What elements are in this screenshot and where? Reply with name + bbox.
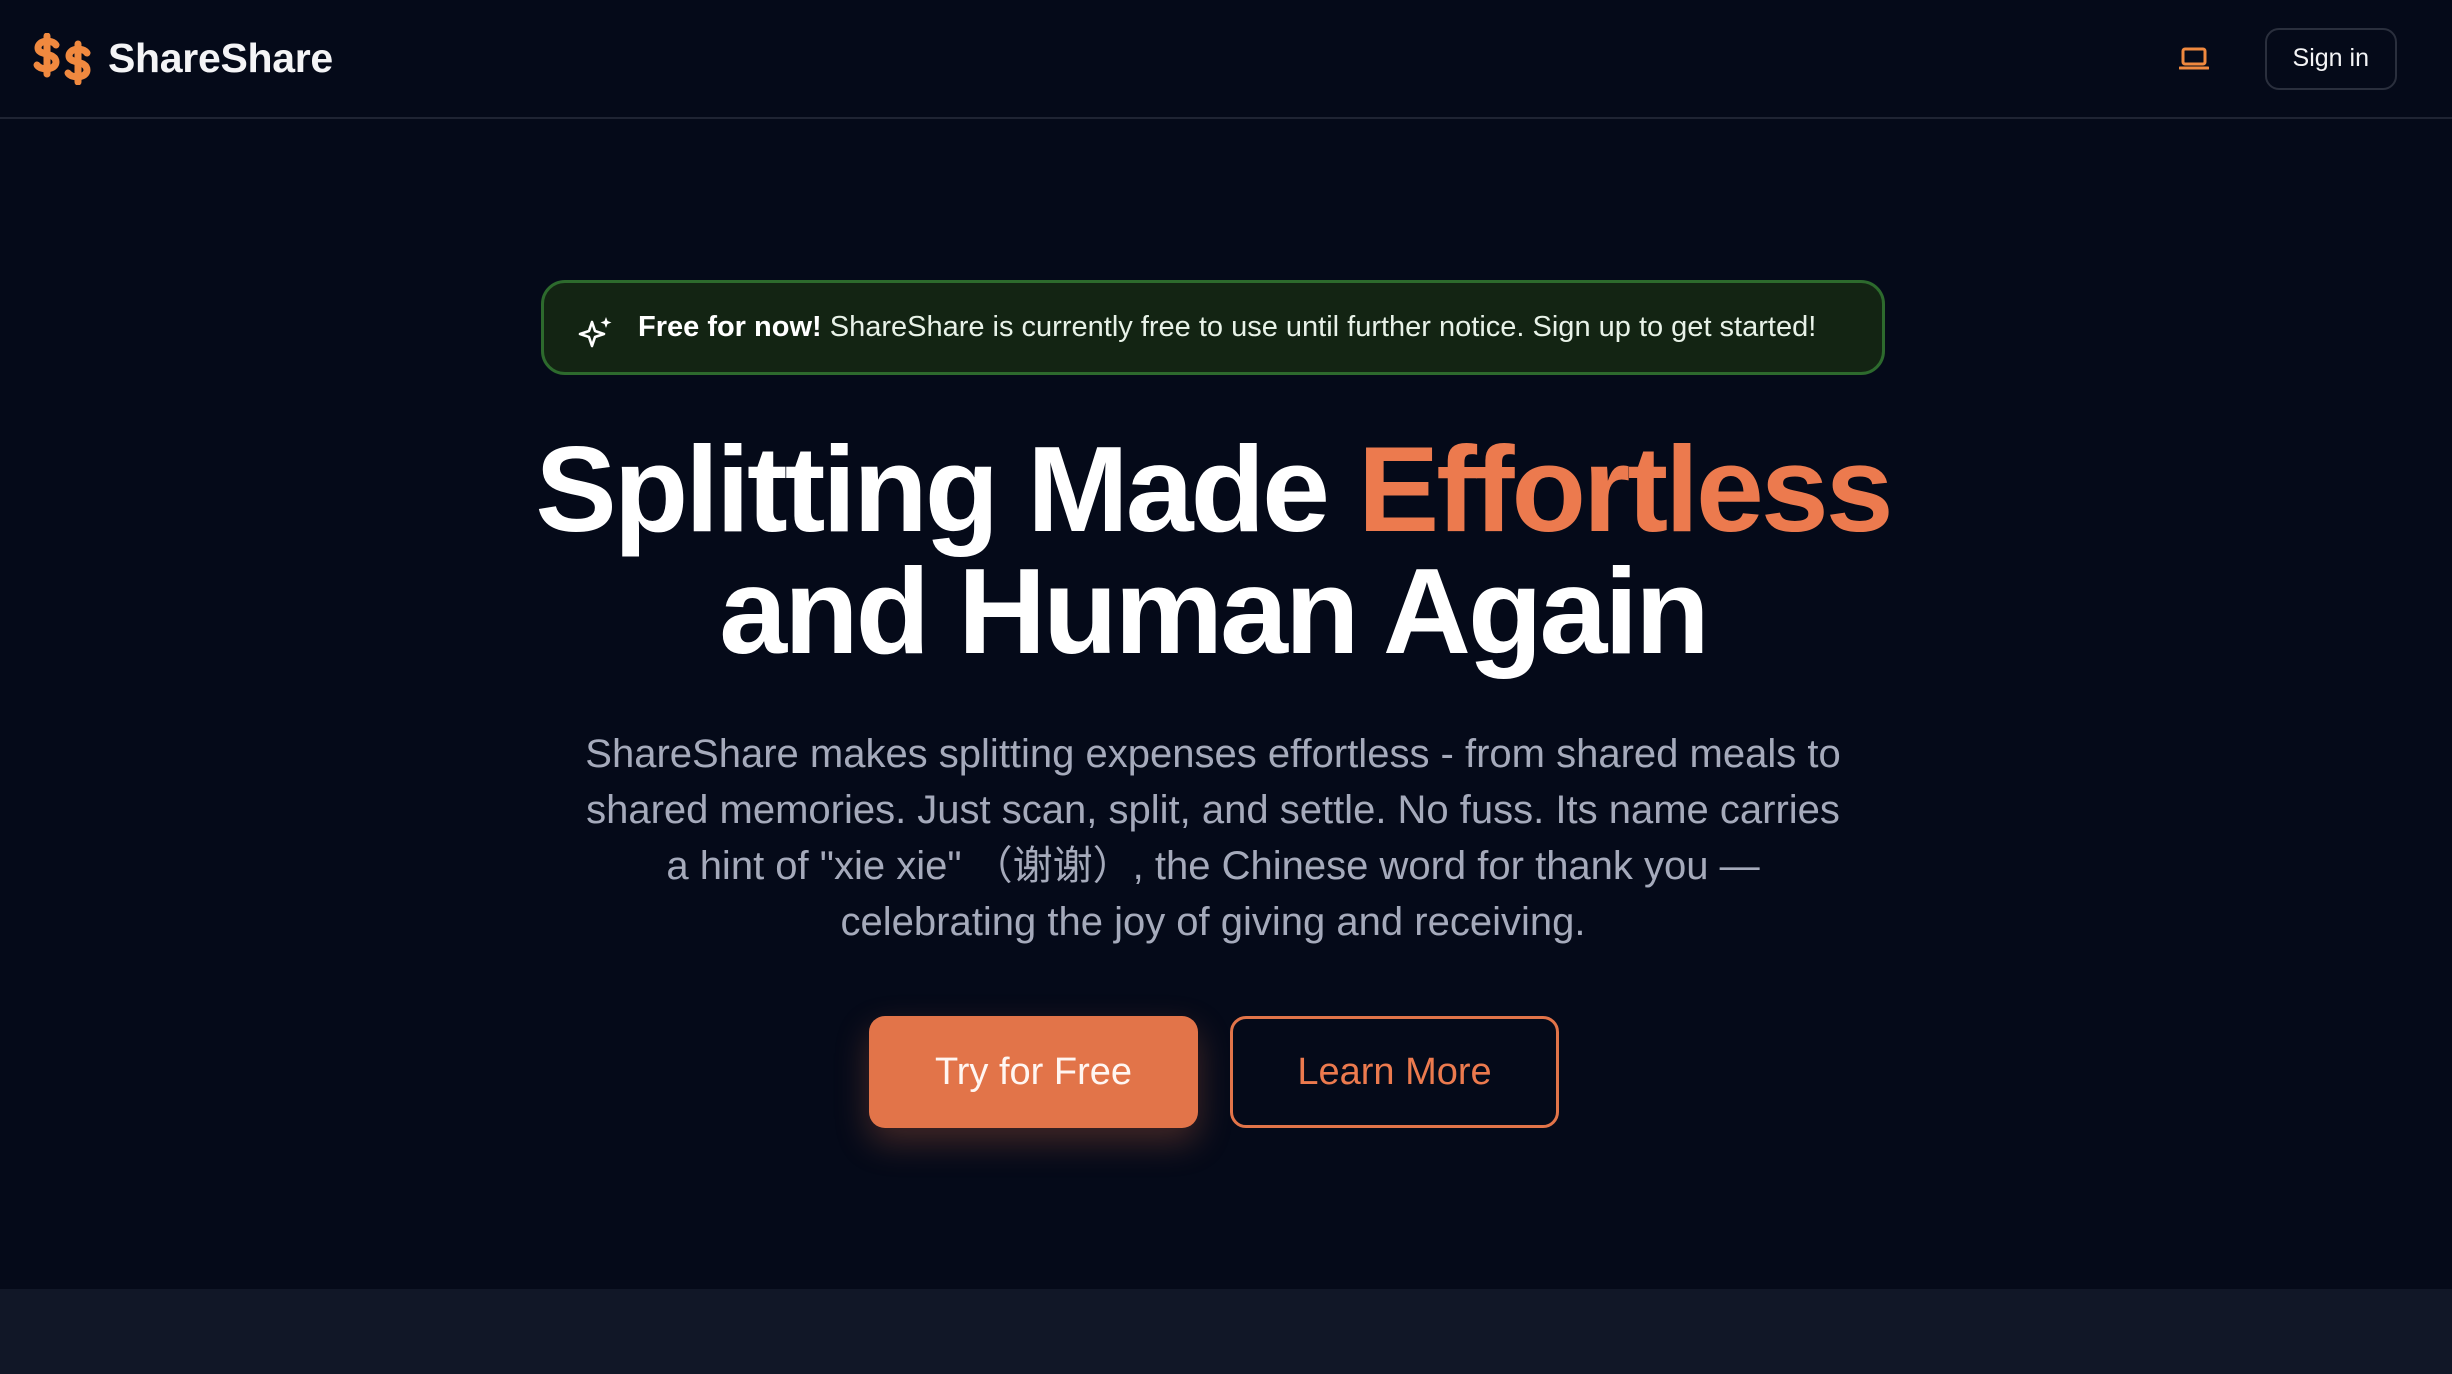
sparkle-icon	[576, 314, 616, 354]
hero-subtitle-line4: celebrating the joy of giving and receiv…	[840, 900, 1586, 944]
hero-title: Splitting Made Effortless and Human Agai…	[0, 428, 2426, 672]
page: ShareShare Sign in Free for now! ShareSh…	[0, 0, 2452, 1374]
notice-strong: Free for now!	[638, 311, 822, 343]
hero-title-line2: and Human Again	[719, 543, 1710, 679]
top-navbar: ShareShare Sign in	[0, 0, 2452, 119]
cta-row: Try for Free Learn More	[869, 1016, 1559, 1128]
sign-in-button[interactable]: Sign in	[2264, 27, 2397, 90]
try-for-free-button[interactable]: Try for Free	[869, 1016, 1198, 1128]
notice-body: ShareShare is currently free to use unti…	[821, 311, 1817, 343]
next-section-strip	[0, 1289, 2452, 1374]
hero-subtitle-line2: shared memories. Just scan, split, and s…	[586, 788, 1840, 832]
free-notice-banner: Free for now! ShareShare is currently fr…	[541, 280, 1885, 375]
hero-subtitle-line3: a hint of "xie xie" （谢谢）, the Chinese wo…	[666, 844, 1760, 888]
hero-title-part1: Splitting Made	[535, 421, 1358, 557]
header-actions: Sign in	[2167, 27, 2397, 90]
learn-more-button[interactable]: Learn More	[1230, 1016, 1559, 1128]
notice-text: Free for now! ShareShare is currently fr…	[638, 311, 1816, 344]
hero-title-accent: Effortless	[1357, 421, 1894, 557]
dollar-pair-icon	[32, 32, 92, 85]
laptop-icon[interactable]	[2167, 32, 2221, 86]
hero-subtitle-line1: ShareShare makes splitting expenses effo…	[585, 732, 1841, 776]
hero-subtitle: ShareShare makes splitting expenses effo…	[526, 726, 1900, 950]
brand-name: ShareShare	[108, 35, 333, 81]
brand-link[interactable]: ShareShare	[32, 32, 333, 85]
